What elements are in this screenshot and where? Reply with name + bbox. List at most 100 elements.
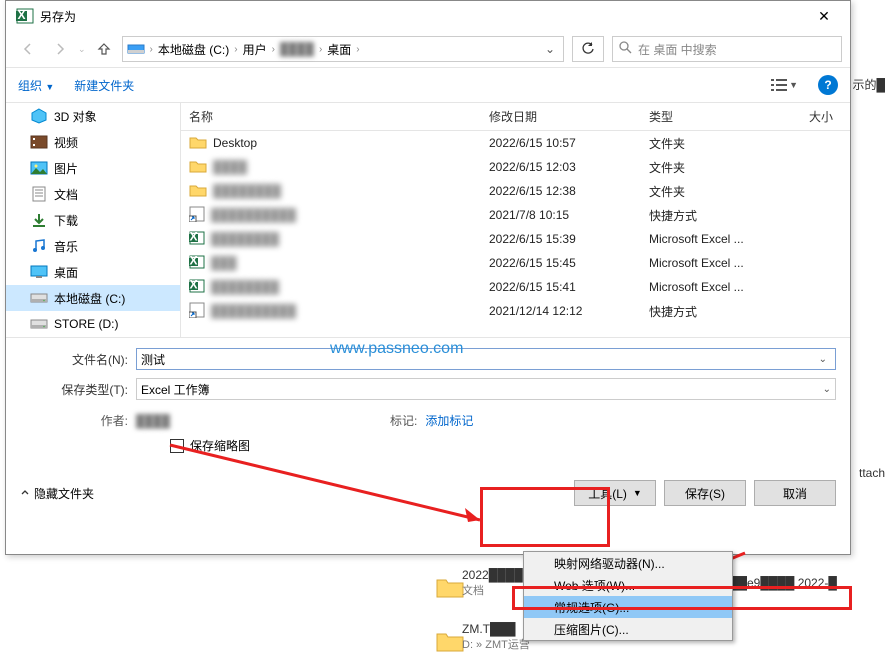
bg-file-sub: 文档 [462, 582, 523, 598]
close-button[interactable]: ✕ [802, 2, 846, 30]
help-button[interactable]: ? [818, 75, 838, 95]
sidebar-item-disk[interactable]: 本地磁盘 (C:) [6, 285, 180, 311]
menu-item[interactable]: 压缩图片(C)... [524, 618, 732, 640]
breadcrumb-item[interactable]: ████ [278, 42, 316, 56]
file-date: 2022/6/15 12:38 [481, 184, 641, 198]
menu-item[interactable]: 常规选项(G)... [524, 596, 732, 618]
bg-side-text: ttach [859, 466, 885, 480]
save-as-dialog: X 另存为 ✕ ⌄ › 本地磁盘 (C:) › 用户 › ████ › 桌面 › [5, 0, 851, 555]
file-name: Desktop [213, 136, 257, 150]
col-name[interactable]: 名称 [181, 108, 481, 125]
file-row[interactable]: ██████████2021/7/8 10:15快捷方式 [181, 203, 850, 227]
breadcrumb-dropdown[interactable]: ⌄ [539, 42, 561, 56]
col-size[interactable]: 大小 [781, 108, 841, 125]
chevron-right-icon: › [269, 44, 278, 55]
file-type: Microsoft Excel ... [641, 256, 781, 270]
sidebar-item-label: 本地磁盘 (C:) [54, 290, 125, 307]
breadcrumb-item[interactable]: 用户 [241, 41, 269, 58]
thumbnail-checkbox[interactable] [170, 439, 184, 453]
excel-icon: X [189, 278, 205, 297]
folder-icon [436, 630, 454, 644]
sidebar-item-label: STORE (D:) [54, 317, 118, 331]
bg-file-row: 2022████ 文档 [436, 568, 523, 598]
cancel-button[interactable]: 取消 [754, 480, 836, 506]
sidebar-item-label: 图片 [54, 160, 78, 177]
refresh-button[interactable] [572, 36, 604, 62]
sidebar-item-doc[interactable]: 文档 [6, 181, 180, 207]
file-name: ██████████ [211, 208, 296, 222]
dropdown-icon[interactable]: ⌄ [819, 354, 831, 365]
tags-label: 标记: [390, 412, 425, 429]
search-input[interactable]: 在 桌面 中搜索 [612, 36, 842, 62]
breadcrumb-item[interactable]: 桌面 [325, 41, 353, 58]
picture-icon [30, 160, 48, 176]
download-icon [30, 212, 48, 228]
file-row[interactable]: X███2022/6/15 15:45Microsoft Excel ... [181, 251, 850, 275]
file-type: 文件夹 [641, 183, 781, 200]
file-name: ████████ [211, 232, 279, 246]
forward-button[interactable] [46, 35, 74, 63]
svg-text:X: X [17, 8, 25, 22]
sidebar-item-video[interactable]: 视频 [6, 129, 180, 155]
filetype-label: 保存类型(T): [20, 381, 136, 398]
file-row[interactable]: X████████2022/6/15 15:41Microsoft Excel … [181, 275, 850, 299]
file-row[interactable]: ████████2022/6/15 12:38文件夹 [181, 179, 850, 203]
chevron-right-icon: › [316, 44, 325, 55]
sidebar-item-download[interactable]: 下载 [6, 207, 180, 233]
file-date: 2022/6/15 15:45 [481, 256, 641, 270]
disk-icon [30, 316, 48, 332]
sidebar-item-desktop[interactable]: 桌面 [6, 259, 180, 285]
sidebar-item-disk[interactable]: STORE (D:) [6, 311, 180, 337]
author-value[interactable]: ████ [136, 414, 170, 428]
bg-file-name: 2022████ [462, 568, 523, 582]
breadcrumb-item[interactable]: 本地磁盘 (C:) [156, 41, 231, 58]
file-date: 2021/7/8 10:15 [481, 208, 641, 222]
organize-menu[interactable]: 组织 ▼ [18, 77, 54, 94]
excel-icon: X [189, 230, 205, 249]
view-mode-button[interactable]: ▼ [771, 78, 798, 92]
breadcrumb[interactable]: › 本地磁盘 (C:) › 用户 › ████ › 桌面 › ⌄ [122, 36, 564, 62]
folder-icon [189, 159, 207, 176]
sidebar-item-picture[interactable]: 图片 [6, 155, 180, 181]
tags-input[interactable]: 添加标记 [425, 412, 473, 429]
file-row[interactable]: X████████2022/6/15 15:39Microsoft Excel … [181, 227, 850, 251]
col-date[interactable]: 修改日期 [481, 108, 641, 125]
sidebar-item-music[interactable]: 音乐 [6, 233, 180, 259]
form-area: 文件名(N): 测试 ⌄ 保存类型(T): Excel 工作簿 ⌄ 作者: ██… [6, 337, 850, 474]
shortcut-icon [189, 302, 205, 321]
toolbar: 组织 ▼ 新建文件夹 ▼ ? [6, 67, 850, 103]
sidebar-item-label: 音乐 [54, 238, 78, 255]
tools-button[interactable]: 工具(L)▼ [574, 480, 656, 506]
doc-icon [30, 186, 48, 202]
file-type: 文件夹 [641, 135, 781, 152]
file-row[interactable]: ████2022/6/15 12:03文件夹 [181, 155, 850, 179]
col-type[interactable]: 类型 [641, 108, 781, 125]
file-list-body[interactable]: Desktop2022/6/15 10:57文件夹████2022/6/15 1… [181, 131, 850, 337]
filetype-select[interactable]: Excel 工作簿 ⌄ [136, 378, 836, 400]
sidebar-item-label: 视频 [54, 134, 78, 151]
folder-icon [189, 183, 207, 200]
history-dropdown[interactable]: ⌄ [78, 44, 86, 55]
save-button[interactable]: 保存(S) [664, 480, 746, 506]
file-row[interactable]: Desktop 2022/6/15 10:57文件夹 [181, 131, 850, 155]
up-button[interactable] [90, 35, 118, 63]
nav-bar: ⌄ › 本地磁盘 (C:) › 用户 › ████ › 桌面 › ⌄ 在 桌面 [6, 31, 850, 67]
sidebar-item-3d[interactable]: 3D 对象 [6, 103, 180, 129]
file-type: Microsoft Excel ... [641, 232, 781, 246]
new-folder-button[interactable]: 新建文件夹 [74, 77, 134, 94]
bg-file-name: ZM.T███ [462, 622, 530, 636]
tools-dropdown-menu: 映射网络驱动器(N)...Web 选项(W)...常规选项(G)...压缩图片(… [523, 551, 733, 641]
sidebar: 3D 对象视频图片文档下载音乐桌面本地磁盘 (C:) STORE (D:) [6, 103, 181, 337]
file-date: 2022/6/15 10:57 [481, 136, 641, 150]
file-type: 文件夹 [641, 159, 781, 176]
bg-side-text: 示的█ [852, 76, 885, 93]
menu-item[interactable]: 映射网络驱动器(N)... [524, 552, 732, 574]
svg-text:X: X [189, 254, 197, 268]
hide-folders-toggle[interactable]: 隐藏文件夹 [20, 485, 94, 502]
back-button[interactable] [14, 35, 42, 63]
filename-input[interactable]: 测试 ⌄ [136, 348, 836, 370]
thumbnail-label: 保存缩略图 [190, 437, 250, 454]
menu-item[interactable]: Web 选项(W)... [524, 574, 732, 596]
music-icon [30, 238, 48, 254]
file-row[interactable]: ██████████2021/12/14 12:12快捷方式 [181, 299, 850, 323]
